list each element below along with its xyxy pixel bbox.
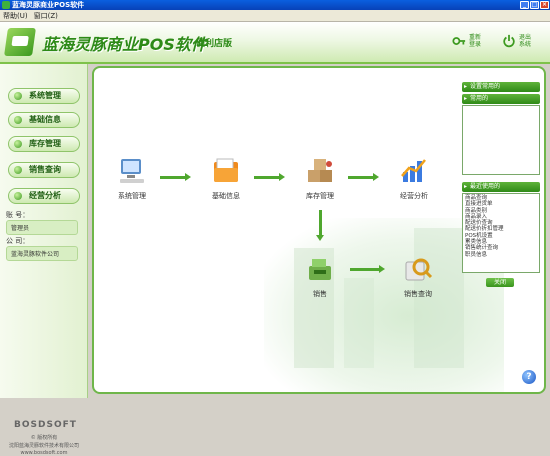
flow-stock[interactable]: 库存管理	[292, 156, 348, 201]
main-panel: 系统管理 基础信息 库存管理 经营分析 销售 销售查询 ▸ 设置常用的 ▸ 常用…	[92, 66, 546, 394]
recent-item[interactable]: 职员信息	[465, 252, 537, 258]
relogin-label: 重新登录	[469, 34, 482, 48]
exit-button[interactable]: 退出系统	[502, 34, 533, 48]
power-icon	[503, 34, 515, 48]
recent-list[interactable]: 商品查询 直接进货单 商品类别 商品录入 配送价查询 配送价折扣管理 POS机设置 累类信息销…	[462, 193, 540, 273]
app-icon	[2, 1, 10, 9]
window-controls: _ □ ×	[520, 1, 549, 9]
chart-icon	[401, 159, 426, 182]
brand-logo-icon	[4, 28, 36, 56]
arrow-2	[254, 173, 285, 181]
sidebar-item-basic-info[interactable]: 基础信息	[8, 112, 80, 128]
flow-system[interactable]: 系统管理	[104, 156, 160, 201]
quick-panel: 设置常用的 常用的 最近使用的 商品查询直接进货单商品类别商品录入配送价查询配送…	[462, 82, 540, 302]
key-icon	[452, 37, 466, 45]
window-title: 蓝海灵豚商业POS软件	[12, 1, 85, 9]
exit-label: 退出系统	[519, 34, 532, 48]
arrow-3	[348, 173, 379, 181]
close-panel-button[interactable]: 关闭	[486, 278, 514, 287]
header-banner: 蓝海灵豚商业POS软件 便利店版 重新登录 退出系统	[0, 22, 550, 64]
account-label: 账 号：	[6, 211, 30, 219]
menu-bar: 帮助(U) 窗口(Z)	[0, 10, 550, 22]
computer-icon	[120, 159, 144, 183]
sidebar-item-stock[interactable]: 库存管理	[8, 136, 80, 152]
help-icon[interactable]: ?	[522, 370, 536, 384]
title-bar: 蓝海灵豚商业POS软件 _ □ ×	[0, 0, 550, 10]
menu-help[interactable]: 帮助(U)	[3, 10, 28, 21]
arrow-4	[350, 265, 385, 273]
common-header: 常用的	[462, 94, 540, 104]
company-label: 公 司：	[6, 237, 30, 245]
arrow-1	[160, 173, 191, 181]
cash-register-icon	[309, 259, 331, 280]
flow-sales[interactable]: 销售	[292, 254, 348, 299]
edition-label: 便利店版	[196, 39, 233, 49]
recent-header: 最近使用的	[462, 182, 540, 192]
company-value: 蓝海灵豚软件公司	[6, 246, 78, 261]
footer-logo: BOSDSOFT	[14, 420, 77, 430]
brand-title: 蓝海灵豚商业POS软件	[42, 35, 207, 54]
common-list[interactable]	[462, 105, 540, 175]
set-common-header[interactable]: 设置常用的	[462, 82, 540, 92]
sidebar: 系统管理 基础信息 库存管理 销售查询 经营分析 账 号： 管理员 公 司： 蓝…	[0, 64, 88, 456]
flow-basic-info[interactable]: 基础信息	[198, 156, 254, 201]
minimize-button[interactable]: _	[520, 1, 529, 9]
sidebar-item-system[interactable]: 系统管理	[8, 88, 80, 104]
company-full-name: 沈阳蓝海灵豚软件技术有限公司	[8, 443, 79, 449]
maximize-button[interactable]: □	[530, 1, 539, 9]
menu-window[interactable]: 窗口(Z)	[34, 10, 58, 21]
relogin-button[interactable]: 重新登录	[452, 34, 483, 48]
website-link[interactable]: www.bosdsoft.com	[0, 450, 88, 456]
copyright-text: © 版权所有	[30, 435, 58, 441]
sidebar-item-analysis[interactable]: 经营分析	[8, 188, 80, 204]
flow-analysis[interactable]: 经营分析	[386, 156, 442, 201]
boxes-icon	[308, 159, 332, 182]
arrow-down	[316, 210, 324, 241]
folder-icon	[214, 158, 238, 182]
flow-sales-query[interactable]: 销售查询	[390, 254, 446, 299]
account-value: 管理员	[6, 220, 78, 235]
magnifier-icon	[405, 258, 433, 281]
sidebar-item-sales-query[interactable]: 销售查询	[8, 162, 80, 178]
close-button[interactable]: ×	[540, 1, 549, 9]
